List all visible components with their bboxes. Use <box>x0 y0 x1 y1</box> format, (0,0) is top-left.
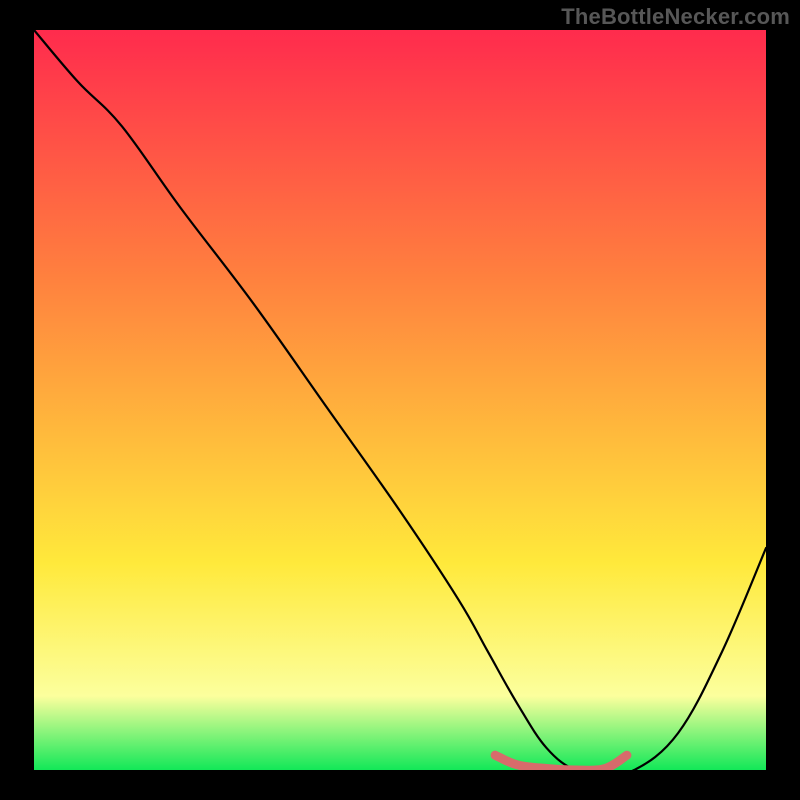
watermark-text: TheBottleNecker.com <box>561 4 790 30</box>
chart-frame: TheBottleNecker.com <box>0 0 800 800</box>
chart-svg <box>34 30 766 770</box>
plot-area <box>34 30 766 770</box>
gradient-background <box>34 30 766 770</box>
